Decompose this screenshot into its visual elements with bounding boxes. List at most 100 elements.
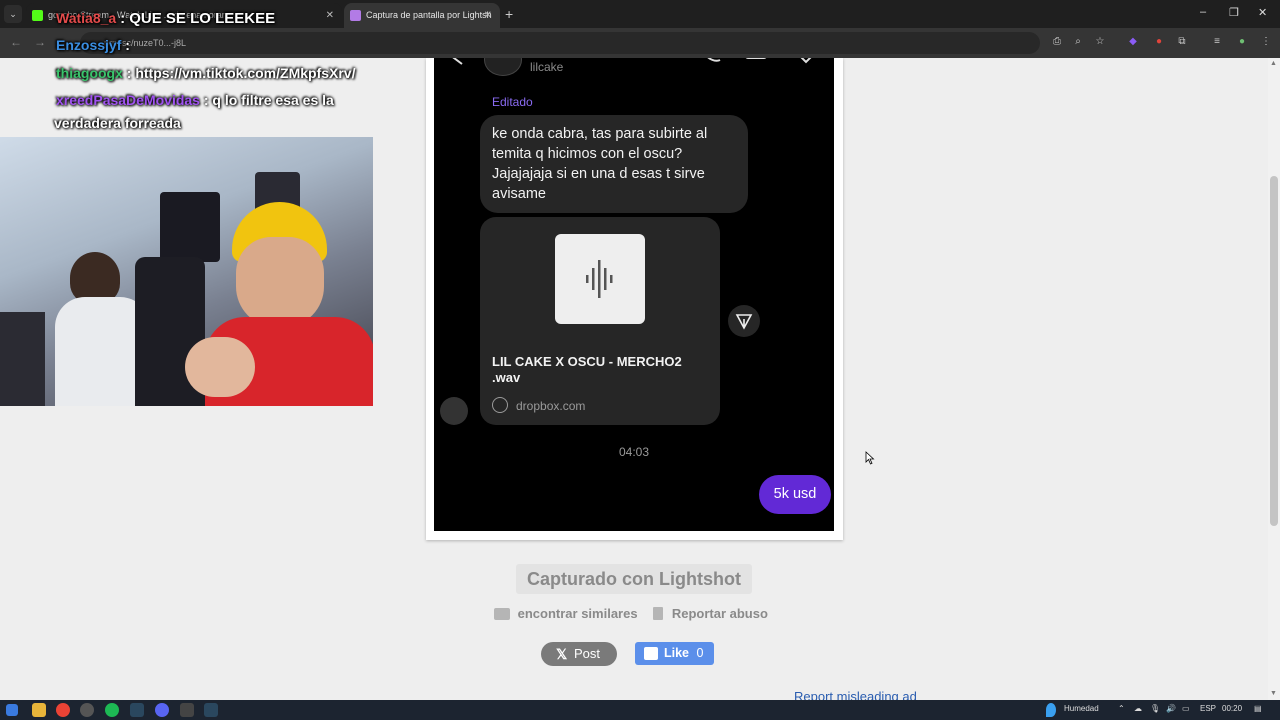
extensions-puzzle-icon[interactable]: ⧉ bbox=[1176, 36, 1188, 48]
chat-username: Enzossjyf bbox=[56, 37, 122, 53]
app-icon[interactable] bbox=[80, 703, 94, 717]
message-timestamp: 04:03 bbox=[618, 445, 650, 459]
clock[interactable]: 00:20 bbox=[1222, 704, 1242, 713]
chat-username: xreedPasaDeMovidas bbox=[56, 92, 200, 108]
address-bar[interactable]: prnt.sc/nuzeT0...-j8L bbox=[80, 32, 1040, 54]
contact-avatar bbox=[484, 58, 522, 76]
streamer-webcam bbox=[0, 137, 373, 406]
screenshot-frame: lilcake Editado ke onda cabra, tas para … bbox=[426, 58, 843, 540]
menu-kebab-icon[interactable]: ⋮ bbox=[1260, 36, 1272, 48]
file-domain: dropbox.com bbox=[516, 399, 586, 413]
like-label: Like bbox=[664, 646, 690, 660]
forward-arrow-icon[interactable]: → bbox=[34, 35, 46, 49]
bookmark-star-icon[interactable]: ☆ bbox=[1094, 36, 1106, 48]
facebook-like-button[interactable]: Like 0 bbox=[635, 642, 714, 665]
report-ad-link[interactable]: Report misleading ad bbox=[794, 689, 917, 700]
windows-taskbar: Humedad ⌃ ☁ 🎙 🔊 ▭ ESP 00:20 ▤ bbox=[0, 700, 1280, 720]
globe-icon bbox=[492, 397, 508, 413]
chat-text: : https://vm.tiktok.com/ZMkpfsXrv/ bbox=[126, 65, 356, 81]
camera-icon bbox=[494, 607, 510, 620]
chat-text: : QUE SE LO LEEKEE bbox=[120, 10, 276, 27]
network-icon[interactable]: ▭ bbox=[1182, 704, 1190, 713]
chrome-icon[interactable] bbox=[56, 703, 70, 717]
shadow-figure bbox=[0, 312, 45, 406]
wall-poster bbox=[160, 192, 220, 262]
file-explorer-icon[interactable] bbox=[32, 703, 46, 717]
x-logo-icon: 𝕏 bbox=[556, 646, 568, 662]
language-indicator[interactable]: ESP bbox=[1200, 704, 1216, 713]
weather-label: Humedad bbox=[1064, 704, 1099, 713]
chat-message: xreedPasaDeMovidas : q lo filtre esa es … bbox=[56, 92, 334, 108]
tab-search-button[interactable]: ⌄ bbox=[4, 5, 22, 23]
close-window-button[interactable]: ✕ bbox=[1258, 6, 1267, 19]
captured-with-lightshot-label: Capturado con Lightshot bbox=[516, 564, 752, 594]
info-icon bbox=[800, 58, 812, 64]
report-flag-icon bbox=[653, 607, 664, 621]
chat-message: Enzossjyf : bbox=[56, 37, 130, 53]
sent-message-bubble: 5k usd bbox=[759, 475, 831, 514]
new-tab-button[interactable]: + bbox=[505, 6, 513, 22]
chat-message: thiagoogx : https://vm.tiktok.com/ZMkpfs… bbox=[56, 65, 355, 81]
tray-app-icon[interactable]: ☁ bbox=[1134, 704, 1142, 713]
close-tab-icon[interactable]: ✕ bbox=[326, 3, 334, 28]
weather-drop-icon bbox=[1046, 703, 1056, 717]
install-app-icon[interactable]: ⎙ bbox=[1051, 36, 1063, 48]
tab-lightshot[interactable]: Captura de pantalla por Lightsh ✕ bbox=[344, 3, 500, 28]
find-similar-link[interactable]: encontrar similares bbox=[518, 606, 638, 621]
zoom-icon[interactable]: ⌕ bbox=[1072, 36, 1084, 48]
chat-message-continued: verdadera forreada bbox=[54, 115, 181, 131]
phone-icon bbox=[707, 58, 721, 62]
minimize-button[interactable]: – bbox=[1200, 6, 1206, 18]
back-arrow-icon[interactable]: ← bbox=[10, 35, 22, 49]
discord-icon[interactable] bbox=[155, 703, 169, 717]
close-tab-icon[interactable]: ✕ bbox=[484, 3, 492, 28]
report-abuse-link[interactable]: Reportar abuso bbox=[672, 606, 768, 621]
tab-lightshot-label: Captura de pantalla por Lightsh bbox=[366, 10, 492, 20]
windows-start-icon[interactable] bbox=[6, 704, 18, 716]
received-message-bubble: ke onda cabra, tas para subirte al temit… bbox=[480, 115, 748, 213]
action-links: encontrar similares Reportar abuso bbox=[494, 605, 768, 621]
chat-message: Watia8_a : QUE SE LO LEEKEE bbox=[56, 10, 275, 27]
audio-file-card: LIL CAKE X OSCU - MERCHO2 .wav dropbox.c… bbox=[480, 217, 720, 425]
edited-label: Editado bbox=[492, 95, 533, 109]
like-count: 0 bbox=[696, 646, 704, 660]
file-name: LIL CAKE X OSCU - MERCHO2 .wav bbox=[492, 354, 682, 385]
sender-avatar bbox=[440, 397, 468, 425]
extension-red-icon[interactable]: ● bbox=[1153, 36, 1165, 48]
post-label: Post bbox=[574, 646, 601, 661]
chat-username: Watia8_a bbox=[56, 10, 117, 26]
chat-username: thiagoogx bbox=[56, 65, 123, 81]
audio-waveform-icon bbox=[586, 260, 613, 298]
notifications-icon[interactable]: ▤ bbox=[1254, 704, 1262, 713]
streamer-hand bbox=[185, 337, 255, 397]
media-control-icon[interactable]: ≡ bbox=[1211, 36, 1223, 48]
scrollbar-thumb[interactable] bbox=[1270, 176, 1278, 526]
volume-icon[interactable]: 🔊 bbox=[1166, 704, 1176, 713]
x-post-button[interactable]: 𝕏 Post bbox=[541, 642, 617, 666]
spotify-icon[interactable] bbox=[105, 703, 119, 717]
send-icon bbox=[735, 314, 753, 330]
thumbs-up-icon bbox=[644, 647, 658, 660]
audio-thumbnail bbox=[555, 234, 645, 324]
instagram-dm-screenshot[interactable]: lilcake Editado ke onda cabra, tas para … bbox=[434, 58, 834, 531]
chat-text: verdadera forreada bbox=[54, 115, 181, 131]
share-button[interactable] bbox=[728, 305, 760, 337]
contact-name: lilcake bbox=[530, 60, 564, 74]
tray-chevron-icon[interactable]: ⌃ bbox=[1118, 704, 1125, 713]
kick-favicon-icon bbox=[32, 10, 43, 21]
profile-avatar-icon[interactable]: ● bbox=[1236, 36, 1248, 48]
scroll-down-arrow-icon[interactable]: ▼ bbox=[1270, 690, 1277, 697]
app-icon[interactable] bbox=[180, 703, 194, 717]
page-scrollbar[interactable]: ▲ ▼ bbox=[1268, 58, 1280, 700]
browser-toolbar: ← → prnt.sc/nuzeT0...-j8L ⎙ ⌕ ☆ ◆ ● ⧉ ≡ … bbox=[0, 28, 1280, 58]
chat-text: : q lo filtre esa es la bbox=[203, 92, 334, 108]
restore-button[interactable]: ❐ bbox=[1229, 6, 1239, 19]
steam-icon[interactable] bbox=[130, 703, 144, 717]
lightshot-favicon-icon bbox=[350, 10, 361, 21]
microphone-icon[interactable]: 🎙 bbox=[1150, 704, 1160, 713]
mouse-cursor-icon bbox=[865, 451, 875, 465]
steam-icon[interactable] bbox=[204, 703, 218, 717]
scroll-up-arrow-icon[interactable]: ▲ bbox=[1270, 60, 1277, 67]
extension-purple-icon[interactable]: ◆ bbox=[1127, 36, 1139, 48]
back-chevron-icon bbox=[452, 58, 463, 65]
